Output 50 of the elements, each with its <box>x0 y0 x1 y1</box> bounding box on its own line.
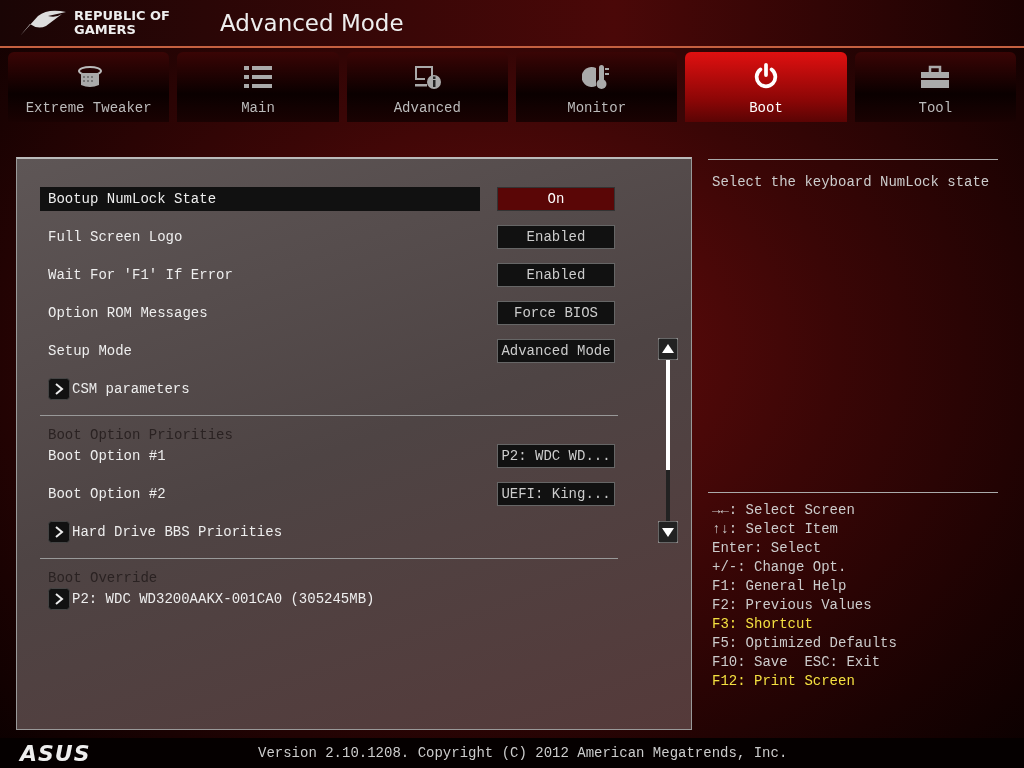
setting-value[interactable]: P2: WDC WD... <box>497 444 615 468</box>
chevron-right-icon[interactable] <box>48 378 70 400</box>
key-hint: Enter: Select <box>712 539 823 558</box>
setting-value[interactable]: UEFI: King... <box>497 482 615 506</box>
menu-tab[interactable]: Advanced <box>346 52 508 122</box>
scrollbar-thumb[interactable] <box>666 360 670 470</box>
setting-label[interactable]: Option ROM Messages <box>40 301 480 325</box>
submenu-link[interactable]: Hard Drive BBS Priorities <box>70 520 283 544</box>
menu-tab[interactable]: Monitor <box>516 52 678 122</box>
toolbox-icon <box>920 64 951 90</box>
setting-label[interactable]: Full Screen Logo <box>40 225 480 249</box>
setting-label[interactable]: Setup Mode <box>40 339 480 363</box>
scrollbar-track[interactable] <box>666 360 670 521</box>
submenu-link[interactable]: CSM parameters <box>70 377 190 401</box>
key-hint: ↑↓: Select Item <box>712 520 840 539</box>
menu-tab[interactable]: Main <box>177 52 339 122</box>
key-hint: F12: Print Screen <box>712 672 856 691</box>
menu-tab[interactable]: Tool <box>854 52 1016 122</box>
setting-value[interactable]: On <box>497 187 615 211</box>
key-hint: +/-: Change Opt. <box>712 558 848 577</box>
setting-value[interactable]: Enabled <box>497 225 615 249</box>
mode-title: Advanced Mode <box>220 10 404 36</box>
screen-info-icon <box>412 64 443 90</box>
key-hint: F3: Shortcut <box>712 615 814 634</box>
setting-label[interactable]: Bootup NumLock State <box>40 187 480 211</box>
setting-label[interactable]: Wait For 'F1' If Error <box>40 263 480 287</box>
setting-value[interactable]: Advanced Mode <box>497 339 615 363</box>
key-hint: F2: Previous Values <box>712 596 873 615</box>
scroll-up-icon[interactable] <box>658 338 678 360</box>
key-hint: F10: Save ESC: Exit <box>712 653 882 672</box>
brand-text: GAMERS <box>74 23 137 37</box>
scroll-down-icon[interactable] <box>658 521 678 543</box>
key-hint: F1: General Help <box>712 577 848 596</box>
brand-text: REPUBLIC OF <box>74 9 171 23</box>
setting-value[interactable]: Force BIOS <box>497 301 615 325</box>
submenu-link[interactable]: P2: WDC WD3200AAKX-001CA0 (305245MB) <box>70 587 375 611</box>
help-description: Select the keyboard NumLock state <box>711 173 991 192</box>
list-icon <box>243 64 273 90</box>
chevron-right-icon[interactable] <box>48 521 70 543</box>
key-hint: →←: Select Screen <box>712 501 856 520</box>
menu-tab[interactable]: Extreme Tweaker <box>8 52 170 122</box>
key-hint: F5: Optimized Defaults <box>712 634 898 653</box>
setting-label[interactable]: Boot Option #1 <box>40 444 480 468</box>
setting-value[interactable]: Enabled <box>497 263 615 287</box>
menu-tab[interactable]: Boot <box>685 52 847 122</box>
asus-logo: ASUS <box>20 740 92 766</box>
setting-label[interactable]: Boot Option #2 <box>40 482 480 506</box>
chevron-right-icon[interactable] <box>48 588 70 610</box>
thermometer-gauge-icon <box>581 64 612 90</box>
version-text: Version 2.10.1208. Copyright (C) 2012 American Megatrends, Inc. <box>258 745 788 761</box>
